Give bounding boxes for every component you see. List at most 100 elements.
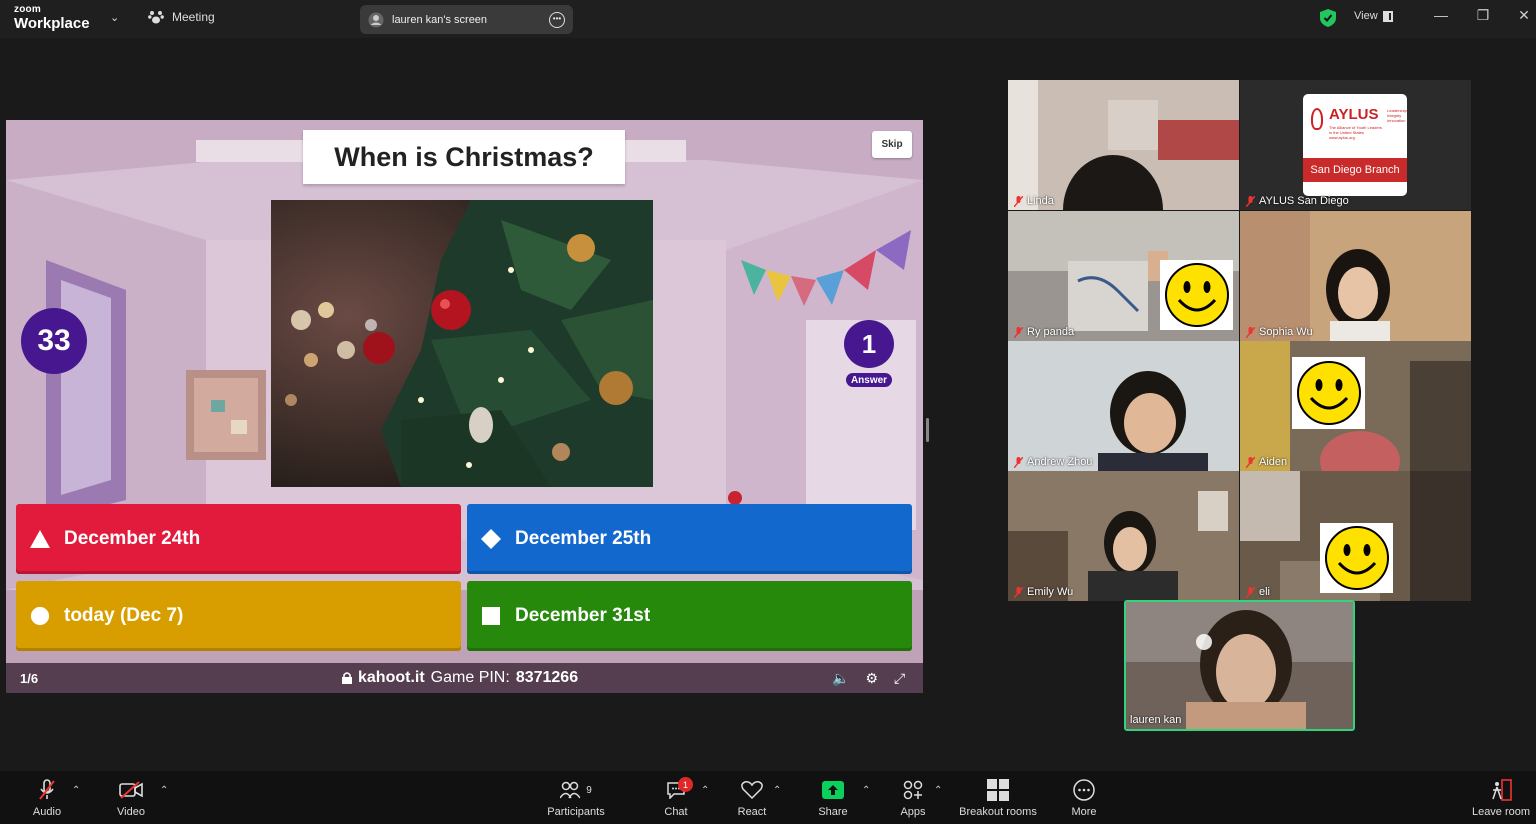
participant-tile-ry-panda[interactable]: Ry panda <box>1008 211 1239 341</box>
react-button[interactable]: React <box>736 771 768 824</box>
answer-option-4[interactable]: December 31st <box>467 581 912 651</box>
answer-text: December 31st <box>515 605 651 626</box>
share-screen-icon <box>822 779 844 801</box>
audio-button[interactable]: Audio <box>30 771 64 824</box>
answer-option-1[interactable]: December 24th <box>16 504 461 574</box>
zoom-workplace-logo[interactable]: zoom Workplace <box>14 5 90 32</box>
kahoot-controls: 🔈 ⚙ ⤢ <box>832 670 905 687</box>
share-options-caret[interactable]: ⌃ <box>862 785 870 796</box>
muted-mic-icon <box>38 779 56 801</box>
question-progress: 1/6 <box>20 671 39 686</box>
participants-button[interactable]: 9 Participants <box>543 771 609 824</box>
participant-name: Linda <box>1013 195 1054 207</box>
apps-icon <box>903 779 923 801</box>
leave-room-label: Leave room <box>1471 806 1531 818</box>
participant-name: Andrew Zhou <box>1013 456 1092 468</box>
panel-splitter[interactable] <box>926 418 929 442</box>
screen-share-icon <box>368 12 384 27</box>
diamond-icon <box>481 529 501 549</box>
answer-option-2[interactable]: December 25th <box>467 504 912 574</box>
video-feed <box>1240 211 1471 341</box>
participant-name: Emily Wu <box>1013 586 1073 598</box>
meeting-tab[interactable]: Meeting <box>148 10 215 24</box>
apps-options-caret[interactable]: ⌃ <box>934 785 942 796</box>
chevron-down-icon[interactable]: ⌄ <box>110 11 119 24</box>
heart-icon <box>741 779 763 801</box>
meeting-label: Meeting <box>172 10 215 24</box>
meeting-toolbar: Audio ⌃ Video ⌃ 9 Participants Chat ⌃ Re… <box>0 771 1536 824</box>
more-button[interactable]: More <box>1068 771 1100 824</box>
participants-label: Participants <box>547 806 605 818</box>
muted-mic-icon <box>1013 456 1024 468</box>
participant-tile-eli[interactable]: eli <box>1240 471 1471 601</box>
video-feed <box>1008 341 1239 471</box>
share-button[interactable]: Share <box>816 771 850 824</box>
audio-options-caret[interactable]: ⌃ <box>72 785 80 796</box>
answer-text: December 24th <box>64 528 201 549</box>
muted-mic-icon <box>1245 326 1256 338</box>
settings-icon[interactable]: ⚙ <box>865 670 878 687</box>
shared-screen: When is Christmas? Skip 33 1 Answer Dece… <box>6 120 923 693</box>
video-feed <box>1008 80 1239 210</box>
view-grid-icon <box>1382 10 1393 22</box>
chat-label: Chat <box>664 806 688 818</box>
chat-unread-badge: 1 <box>678 777 693 792</box>
more-icon <box>1073 779 1095 801</box>
minimize-icon[interactable]: — <box>1431 7 1451 23</box>
brand-big-text: Workplace <box>14 15 90 32</box>
fullscreen-exit-icon[interactable]: ⤢ <box>894 670 905 687</box>
participant-tile-aiden[interactable]: Aiden <box>1240 341 1471 471</box>
leave-room-button[interactable]: Leave room <box>1470 771 1532 824</box>
muted-mic-icon <box>1245 586 1256 598</box>
zoom-window: zoom Workplace ⌄ Meeting lauren kan's sc… <box>0 0 1536 824</box>
muted-mic-icon <box>1013 195 1024 207</box>
answers-label: Answer <box>846 373 892 387</box>
close-icon[interactable]: ✕ <box>1514 7 1534 24</box>
share-label: Share <box>818 806 848 818</box>
participant-name: eli <box>1245 586 1270 598</box>
video-feed <box>1126 602 1353 729</box>
breakout-rooms-button[interactable]: Breakout rooms <box>956 771 1040 824</box>
paw-icon <box>148 11 164 24</box>
participant-tile-aylus[interactable]: AYLUS Leadership Integrity Innovation The … <box>1240 80 1471 210</box>
participant-name: Ry panda <box>1013 326 1074 338</box>
react-options-caret[interactable]: ⌃ <box>773 785 781 796</box>
participant-tile-sophia-wu[interactable]: Sophia Wu <box>1240 211 1471 341</box>
breakout-rooms-icon <box>987 779 1009 801</box>
view-button[interactable]: View <box>1354 10 1393 22</box>
self-video-tile[interactable]: lauren kan <box>1124 600 1355 731</box>
audio-label: Audio <box>32 806 62 818</box>
restore-icon[interactable]: ❐ <box>1473 7 1493 24</box>
shield-check-icon[interactable] <box>1320 9 1336 27</box>
more-icon[interactable]: ••• <box>549 11 565 28</box>
participant-tile-emily-wu[interactable]: Emily Wu <box>1008 471 1239 601</box>
speaker-icon[interactable]: 🔈 <box>832 670 849 687</box>
muted-mic-icon <box>1245 456 1256 468</box>
video-feed <box>1008 471 1239 601</box>
muted-mic-icon <box>1013 586 1024 598</box>
screen-share-pill[interactable]: lauren kan's screen ••• <box>360 5 573 34</box>
triangle-icon <box>30 529 50 549</box>
pin-label: Game PIN: <box>430 669 510 686</box>
circle-icon <box>30 606 50 626</box>
skip-button[interactable]: Skip <box>872 131 912 158</box>
video-options-caret[interactable]: ⌃ <box>160 785 168 796</box>
apps-button[interactable]: Apps <box>898 771 928 824</box>
question-title: When is Christmas? <box>303 130 625 184</box>
answer-text: today (Dec 7) <box>64 605 184 626</box>
answer-option-3[interactable]: today (Dec 7) <box>16 581 461 651</box>
answer-text: December 25th <box>515 528 652 549</box>
kahoot-status-bar: 1/6 kahoot.it Game PIN: 8371266 🔈 ⚙ ⤢ <box>6 663 923 693</box>
view-label: View <box>1354 10 1378 22</box>
video-button[interactable]: Video <box>114 771 148 824</box>
more-label: More <box>1071 806 1097 818</box>
chat-options-caret[interactable]: ⌃ <box>701 785 709 796</box>
video-label: Video <box>117 806 145 818</box>
game-pin-info: kahoot.it Game PIN: 8371266 <box>342 669 578 687</box>
muted-mic-icon <box>1013 326 1024 338</box>
aylus-logo: AYLUS Leadership Integrity Innovation The … <box>1303 94 1407 196</box>
countdown-timer: 33 <box>21 308 87 374</box>
apps-label: Apps <box>900 806 926 818</box>
participant-tile-andrew-zhou[interactable]: Andrew Zhou <box>1008 341 1239 471</box>
participant-tile-linda[interactable]: Linda <box>1008 80 1239 210</box>
